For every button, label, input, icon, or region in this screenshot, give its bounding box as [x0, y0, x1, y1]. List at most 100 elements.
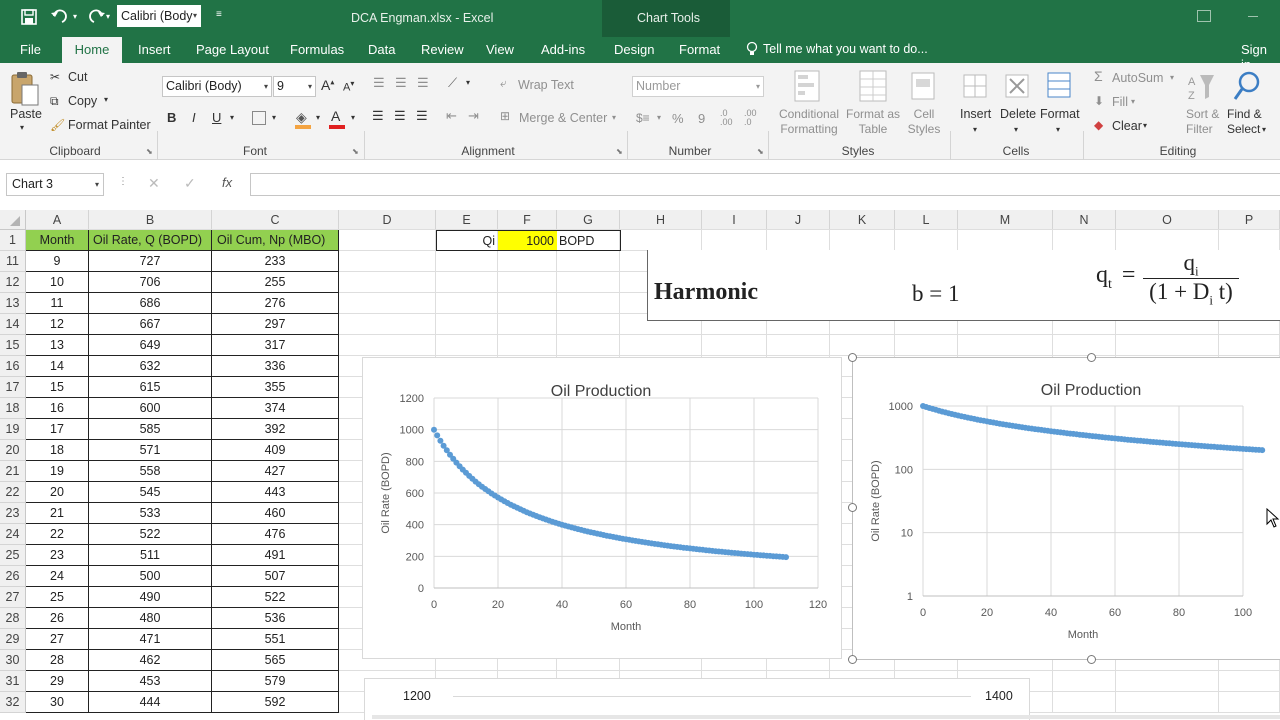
- redo-icon[interactable]: [84, 7, 106, 25]
- align-center-icon[interactable]: ☰: [394, 108, 406, 124]
- cell-oil-cum[interactable]: 507: [212, 566, 339, 587]
- cell-oil-rate[interactable]: 462: [89, 650, 212, 671]
- tab-formulas[interactable]: Formulas: [290, 42, 344, 57]
- cell-oil-rate[interactable]: 471: [89, 629, 212, 650]
- decrease-indent-icon[interactable]: ⇤: [446, 108, 457, 124]
- cut-button[interactable]: Cut: [68, 70, 87, 84]
- font-color-icon[interactable]: A: [331, 108, 340, 124]
- row-header[interactable]: 28: [0, 608, 26, 629]
- font-launcher-icon[interactable]: ⬊: [352, 147, 359, 156]
- column-header-e[interactable]: E: [436, 210, 498, 230]
- column-header-o[interactable]: O: [1116, 210, 1219, 230]
- cell-oil-rate[interactable]: 727: [89, 251, 212, 272]
- tell-me-search[interactable]: Tell me what you want to do...: [763, 42, 928, 56]
- fill-color-icon[interactable]: ◈: [296, 109, 307, 126]
- equation-picture[interactable]: Harmonic b = 1 qt = qi (1 + Di t): [647, 250, 1280, 321]
- cell-oil-cum[interactable]: 276: [212, 293, 339, 314]
- find-select-label[interactable]: Find &: [1227, 107, 1273, 122]
- autosum-dropdown-icon[interactable]: ▾: [1170, 73, 1174, 82]
- tab-format[interactable]: Format: [679, 42, 720, 57]
- row-header[interactable]: 24: [0, 524, 26, 545]
- fill-dropdown-icon[interactable]: ▾: [1131, 97, 1135, 106]
- increase-indent-icon[interactable]: ⇥: [468, 108, 479, 124]
- row-header[interactable]: 1: [0, 230, 26, 251]
- row-header[interactable]: 22: [0, 482, 26, 503]
- row-header[interactable]: 19: [0, 419, 26, 440]
- number-format-select[interactable]: Number ▾: [632, 76, 764, 97]
- cell-oil-cum[interactable]: 522: [212, 587, 339, 608]
- cell-oil-cum[interactable]: 409: [212, 440, 339, 461]
- format-as-table-label-2[interactable]: Table: [845, 122, 901, 137]
- row-header[interactable]: 21: [0, 461, 26, 482]
- column-header-j[interactable]: J: [767, 210, 830, 230]
- merge-center-button[interactable]: Merge & Center: [519, 111, 607, 125]
- clipboard-launcher-icon[interactable]: ⬊: [146, 147, 153, 156]
- borders-icon[interactable]: [252, 111, 266, 125]
- cell-oil-rate[interactable]: 500: [89, 566, 212, 587]
- cell-oil-cum[interactable]: 392: [212, 419, 339, 440]
- select-all-corner[interactable]: [0, 210, 26, 230]
- column-header-m[interactable]: M: [958, 210, 1053, 230]
- header-month[interactable]: Month: [26, 230, 89, 251]
- tab-design[interactable]: Design: [614, 42, 654, 57]
- cell-month[interactable]: 27: [26, 629, 89, 650]
- clear-button[interactable]: Clear: [1112, 119, 1142, 133]
- increase-decimal-icon[interactable]: .0.00: [720, 109, 733, 127]
- column-header-c[interactable]: C: [212, 210, 339, 230]
- insert-function-button[interactable]: fx: [222, 175, 232, 190]
- row-header[interactable]: 20: [0, 440, 26, 461]
- tab-review[interactable]: Review: [421, 42, 464, 57]
- cell-oil-rate[interactable]: 522: [89, 524, 212, 545]
- align-right-icon[interactable]: ☰: [416, 108, 428, 124]
- cell-oil-rate[interactable]: 511: [89, 545, 212, 566]
- cell-month[interactable]: 24: [26, 566, 89, 587]
- undo-icon[interactable]: [50, 7, 72, 25]
- cell-oil-rate[interactable]: 453: [89, 671, 212, 692]
- copy-button[interactable]: Copy: [68, 94, 97, 108]
- tab-data[interactable]: Data: [368, 42, 395, 57]
- borders-dropdown-icon[interactable]: ▾: [272, 113, 276, 122]
- tab-insert[interactable]: Insert: [138, 42, 171, 57]
- column-header-p[interactable]: P: [1219, 210, 1280, 230]
- cell-month[interactable]: 19: [26, 461, 89, 482]
- cell-oil-rate[interactable]: 533: [89, 503, 212, 524]
- resize-handle-top[interactable]: [1087, 353, 1096, 362]
- cell-oil-rate[interactable]: 615: [89, 377, 212, 398]
- column-header-k[interactable]: K: [830, 210, 895, 230]
- resize-handle-tl[interactable]: [848, 353, 857, 362]
- cell-month[interactable]: 21: [26, 503, 89, 524]
- worksheet-grid[interactable]: ABCDEFGHIJKLMNOP 1 11 12 13 14 15 16 17 18 19 20 21…: [0, 210, 1280, 720]
- chart-bottom-partial[interactable]: 1200 1400: [364, 678, 1030, 720]
- cell-oil-cum[interactable]: 336: [212, 356, 339, 377]
- alignment-launcher-icon[interactable]: ⬊: [616, 147, 623, 156]
- column-header-g[interactable]: G: [557, 210, 620, 230]
- qi-unit[interactable]: BOPD: [557, 230, 621, 251]
- underline-button[interactable]: U: [212, 110, 221, 125]
- font-color-dropdown-icon[interactable]: ▾: [351, 113, 355, 122]
- cancel-icon[interactable]: ✕: [148, 175, 160, 192]
- italic-button[interactable]: I: [192, 110, 196, 125]
- autosum-button[interactable]: AutoSum: [1112, 71, 1163, 85]
- percent-style-button[interactable]: %: [672, 111, 684, 126]
- row-header[interactable]: 30: [0, 650, 26, 671]
- delete-dropdown-icon[interactable]: ▾: [1014, 125, 1018, 134]
- cell-month[interactable]: 26: [26, 608, 89, 629]
- undo-dropdown-icon[interactable]: ▾: [73, 12, 77, 21]
- format-as-table-label[interactable]: Format as: [845, 107, 901, 122]
- merge-dropdown-icon[interactable]: ▾: [612, 113, 616, 122]
- cell-oil-cum[interactable]: 317: [212, 335, 339, 356]
- cell-oil-cum[interactable]: 592: [212, 692, 339, 713]
- cell-oil-cum[interactable]: 427: [212, 461, 339, 482]
- row-header[interactable]: 11: [0, 251, 26, 272]
- cell-styles-label-2[interactable]: Styles: [902, 122, 946, 137]
- row-header[interactable]: 32: [0, 692, 26, 713]
- insert-cells-button[interactable]: Insert: [960, 107, 991, 121]
- format-cells-button[interactable]: Format: [1040, 107, 1080, 121]
- find-select-label-2[interactable]: Select: [1227, 122, 1273, 137]
- align-left-icon[interactable]: ☰: [372, 108, 384, 124]
- cell-month[interactable]: 10: [26, 272, 89, 293]
- row-header[interactable]: 13: [0, 293, 26, 314]
- accounting-format-icon[interactable]: $≡: [636, 111, 650, 125]
- resize-handle-bottom[interactable]: [1087, 655, 1096, 664]
- tab-home[interactable]: Home: [62, 37, 122, 63]
